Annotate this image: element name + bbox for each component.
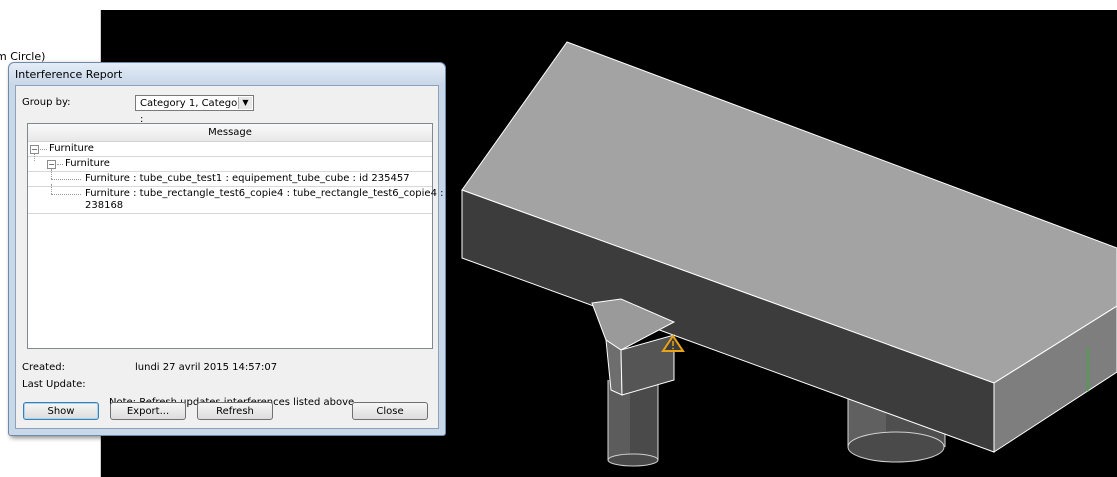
interference-item-id: 238168 <box>85 200 124 211</box>
tree-node-root[interactable]: − Furniture <box>28 142 432 157</box>
tree-connector <box>40 149 47 150</box>
dialog-titlebar[interactable]: Interference Report <box>9 63 445 85</box>
tree-connector <box>51 169 52 179</box>
message-column-header[interactable]: Message <box>28 124 432 142</box>
interference-item-text: Furniture : tube_cube_test1 : equipement… <box>85 173 410 184</box>
export-button[interactable]: Export... <box>110 402 186 420</box>
top-border <box>100 0 1117 10</box>
chevron-down-icon[interactable]: ▼ <box>238 97 252 109</box>
group-by-select[interactable]: Category 1, Category : ▼ <box>135 95 254 125</box>
group-by-label: Group by: <box>22 97 71 108</box>
collapse-icon[interactable]: − <box>30 145 39 154</box>
tree-connector <box>51 179 81 180</box>
interference-item-text: Furniture : tube_rectangle_test6_copie4 … <box>85 188 456 199</box>
close-button[interactable]: Close <box>352 402 428 420</box>
left-cylinder-leg <box>607 380 659 467</box>
tree-node-child[interactable]: − Furniture <box>28 154 432 172</box>
tree-node-label: Furniture <box>49 143 94 154</box>
table-slab <box>461 41 1117 453</box>
tree-connector <box>34 154 35 161</box>
tree-leaf-item[interactable]: Furniture : tube_rectangle_test6_copie4 … <box>28 184 456 214</box>
tree-connector <box>51 194 81 195</box>
dialog-title: Interference Report <box>15 68 123 81</box>
tree-leaf-item[interactable]: Furniture : tube_cube_test1 : equipement… <box>28 169 432 187</box>
refresh-button[interactable]: Refresh <box>197 402 273 420</box>
interference-report-dialog[interactable]: Interference Report Group by: Category 1… <box>8 62 456 436</box>
show-button[interactable]: Show <box>23 402 99 420</box>
tree-node-label: Furniture <box>65 158 110 169</box>
created-label: Created: <box>22 362 65 373</box>
tree-connector <box>51 184 52 194</box>
dialog-body: Group by: Category 1, Category : ▼ Messa… <box>15 85 456 429</box>
tree-connector <box>57 164 63 165</box>
collapse-icon[interactable]: − <box>47 160 56 169</box>
created-value: lundi 27 avril 2015 14:57:07 <box>135 362 278 373</box>
group-by-value: Category 1, Category : <box>140 98 248 125</box>
interference-tree[interactable]: Message − Furniture − Furniture Furnitur… <box>27 123 456 349</box>
last-update-label: Last Update: <box>22 379 86 390</box>
